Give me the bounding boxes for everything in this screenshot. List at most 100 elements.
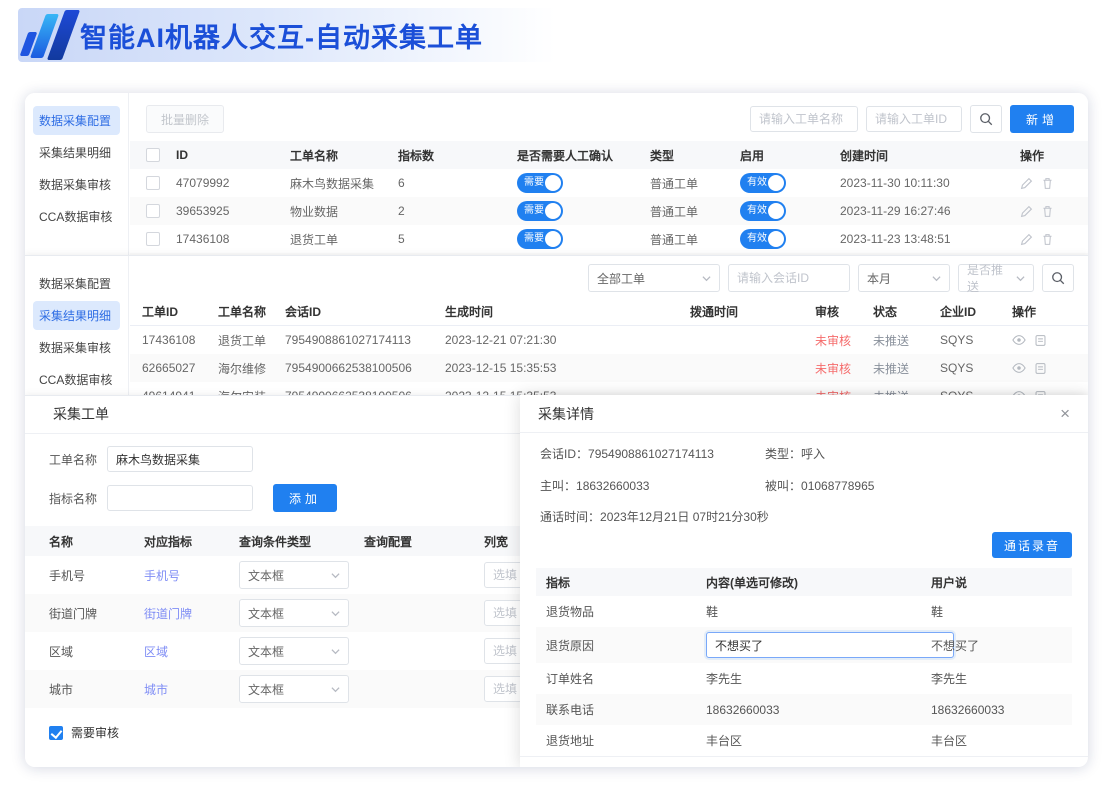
cell-status: 未推送 bbox=[873, 332, 940, 349]
delete-icon[interactable] bbox=[1041, 177, 1054, 190]
table-row: 订单姓名 李先生 李先生 bbox=[536, 663, 1072, 694]
cond-type-select[interactable]: 文本框 bbox=[239, 637, 349, 665]
select-all-checkbox[interactable] bbox=[146, 148, 160, 162]
row-checkbox[interactable] bbox=[146, 176, 160, 190]
batch-delete-button[interactable]: 批量删除 bbox=[146, 105, 224, 133]
cell-metric-count: 5 bbox=[398, 232, 517, 246]
content-edit-input[interactable] bbox=[706, 632, 954, 658]
sidebar-item-result-detail[interactable]: 采集结果明细 bbox=[33, 301, 120, 330]
cond-type-select[interactable]: 文本框 bbox=[239, 599, 349, 627]
chevron-down-icon bbox=[932, 274, 941, 283]
push-filter-select[interactable]: 是否推送 bbox=[958, 264, 1034, 292]
col-actions: 操作 bbox=[1012, 303, 1082, 320]
need-review-label: 需要审核 bbox=[71, 724, 119, 741]
view-icon[interactable] bbox=[1012, 361, 1026, 375]
col-metric: 对应指标 bbox=[144, 533, 239, 550]
cond-type-select[interactable]: 文本框 bbox=[239, 561, 349, 589]
sidebar-item-data-config[interactable]: 数据采集配置 bbox=[33, 106, 120, 135]
row-checkbox[interactable] bbox=[146, 232, 160, 246]
metric-name-label: 指标名称 bbox=[49, 490, 97, 507]
col-created-at: 创建时间 bbox=[840, 147, 1020, 164]
chevron-down-icon bbox=[331, 571, 340, 580]
chevron-down-icon bbox=[1016, 274, 1025, 283]
config-toolbar: 批量删除 新增 bbox=[130, 93, 1088, 141]
cell-user-said: 18632660033 bbox=[931, 703, 1051, 717]
sidebar-item-result-detail[interactable]: 采集结果明细 bbox=[33, 138, 120, 167]
detail-header: 采集详情 × bbox=[520, 395, 1088, 433]
close-icon[interactable]: × bbox=[1060, 405, 1070, 422]
cell-name: 物业数据 bbox=[290, 203, 398, 220]
callee-field: 被叫：01068778965 bbox=[765, 477, 1068, 494]
cell-order-name: 海尔维修 bbox=[218, 360, 285, 377]
page: 智能AI机器人交互-自动采集工单 数据采集配置 采集结果明细 数据采集审核 CC… bbox=[0, 0, 1114, 788]
enabled-toggle[interactable]: 有效 bbox=[740, 173, 786, 193]
metric-link[interactable]: 城市 bbox=[144, 683, 168, 697]
chevron-down-icon bbox=[702, 274, 711, 283]
metric-name-input[interactable] bbox=[107, 485, 253, 511]
results-table-header: 工单ID 工单名称 会话ID 生成时间 拨通时间 审核 状态 企业ID 操作 bbox=[130, 298, 1088, 326]
order-filter-select[interactable]: 全部工单 bbox=[588, 264, 720, 292]
col-dialed-at: 拨通时间 bbox=[690, 303, 815, 320]
col-manual-confirm: 是否需要人工确认 bbox=[517, 147, 650, 164]
session-id-field: 会话ID：7954908861027174113 bbox=[540, 445, 765, 462]
cond-type-select[interactable]: 文本框 bbox=[239, 675, 349, 703]
enabled-toggle[interactable]: 有效 bbox=[740, 201, 786, 221]
col-config: 查询配置 bbox=[364, 533, 484, 550]
month-filter-select[interactable]: 本月 bbox=[858, 264, 950, 292]
edit-icon[interactable] bbox=[1020, 205, 1033, 218]
order-name-input[interactable] bbox=[107, 446, 253, 472]
document-icon[interactable] bbox=[1034, 333, 1047, 347]
call-time-value: 2023年12月21日 07时21分30秒 bbox=[600, 510, 769, 524]
edit-icon[interactable] bbox=[1020, 177, 1033, 190]
delete-icon[interactable] bbox=[1041, 205, 1054, 218]
brand-logo-icon bbox=[18, 8, 80, 62]
view-icon[interactable] bbox=[1012, 333, 1026, 347]
sidebar-item-cca-review[interactable]: CCA数据审核 bbox=[33, 365, 120, 394]
callee-label: 被叫： bbox=[765, 479, 801, 493]
enabled-toggle[interactable]: 有效 bbox=[740, 229, 786, 249]
add-metric-button[interactable]: 添加 bbox=[273, 484, 337, 512]
order-name-label: 工单名称 bbox=[49, 451, 97, 468]
cell-user-said: 不想买了 bbox=[931, 637, 1051, 654]
metric-link[interactable]: 街道门牌 bbox=[144, 607, 192, 621]
toggle-label: 需要 bbox=[524, 177, 544, 188]
table-row: 退货地址 丰台区 丰台区 bbox=[536, 725, 1072, 756]
search-button[interactable] bbox=[1042, 264, 1074, 292]
row-checkbox[interactable] bbox=[146, 204, 160, 218]
chevron-down-icon bbox=[331, 609, 340, 618]
cell-id: 17436108 bbox=[176, 232, 290, 246]
sidebar-item-data-review[interactable]: 数据采集审核 bbox=[33, 333, 120, 362]
confirm-toggle[interactable]: 需要 bbox=[517, 173, 563, 193]
metric-link[interactable]: 区域 bbox=[144, 645, 168, 659]
cell-created-at: 2023-11-30 10:11:30 bbox=[840, 176, 1020, 190]
callee-value: 01068778965 bbox=[801, 479, 874, 493]
search-button[interactable] bbox=[970, 105, 1002, 133]
order-id-search-input[interactable] bbox=[866, 106, 962, 132]
session-id-label: 会话ID： bbox=[540, 447, 588, 461]
cell-type: 普通工单 bbox=[650, 203, 740, 220]
cell-order-id: 17436108 bbox=[130, 333, 218, 347]
content-wrapper: 数据采集配置 采集结果明细 数据采集审核 CCA数据审核 批量删除 bbox=[25, 93, 1088, 767]
session-id-input[interactable] bbox=[728, 264, 850, 292]
select-value: 全部工单 bbox=[597, 270, 645, 287]
add-button[interactable]: 新增 bbox=[1010, 105, 1074, 133]
delete-icon[interactable] bbox=[1041, 233, 1054, 246]
edit-icon[interactable] bbox=[1020, 233, 1033, 246]
sidebar-item-cca-review[interactable]: CCA数据审核 bbox=[33, 202, 120, 231]
need-review-checkbox[interactable] bbox=[49, 726, 63, 740]
cell-id: 47079992 bbox=[176, 176, 290, 190]
call-recording-button[interactable]: 通话录音 bbox=[992, 532, 1072, 558]
col-created-at: 生成时间 bbox=[445, 303, 690, 320]
metric-link[interactable]: 手机号 bbox=[144, 569, 180, 583]
confirm-toggle[interactable]: 需要 bbox=[517, 229, 563, 249]
cell-created-at: 2023-12-21 07:21:30 bbox=[445, 333, 690, 347]
sidebar-item-data-review[interactable]: 数据采集审核 bbox=[33, 170, 120, 199]
order-name-search-input[interactable] bbox=[750, 106, 858, 132]
table-row: 17436108 退货工单 7954908861027174113 2023-1… bbox=[130, 326, 1088, 354]
document-icon[interactable] bbox=[1034, 361, 1047, 375]
sidebar-item-data-config[interactable]: 数据采集配置 bbox=[33, 269, 120, 298]
cell-name: 区域 bbox=[25, 643, 144, 660]
cell-review: 未审核 bbox=[815, 388, 873, 396]
confirm-toggle[interactable]: 需要 bbox=[517, 201, 563, 221]
col-enabled: 启用 bbox=[740, 147, 840, 164]
